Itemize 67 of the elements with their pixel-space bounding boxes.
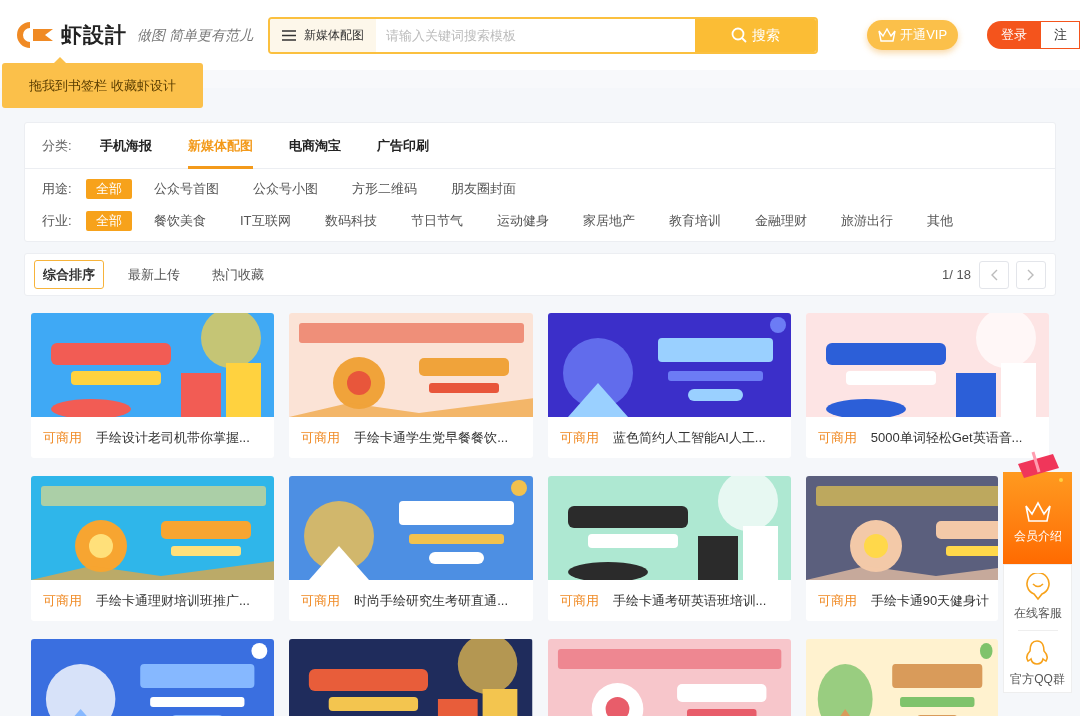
sort-tab[interactable]: 最新上传 xyxy=(120,260,188,289)
template-card[interactable]: 可商用 手绘设计老司机带你掌握... xyxy=(31,313,275,458)
filter-option[interactable]: IT互联网 xyxy=(240,211,291,231)
template-card[interactable]: 可商用 手绘卡通学生党早餐餐饮... xyxy=(289,313,533,458)
filter-option[interactable]: 旅游出行 xyxy=(840,211,893,231)
card-title: 手绘卡通考研英语班培训... xyxy=(612,591,767,610)
license-label: 可商用 xyxy=(43,428,82,447)
filter-option[interactable]: 节日节气 xyxy=(410,211,463,231)
logo-icon xyxy=(15,20,55,50)
filter-option[interactable]: 方形二维码 xyxy=(352,179,417,199)
chevron-right-icon xyxy=(1027,268,1035,281)
license-label: 可商用 xyxy=(817,428,857,447)
qq-group-button[interactable]: 官方QQ群 xyxy=(1010,631,1065,688)
menu-icon xyxy=(282,29,297,41)
filter-option[interactable]: 朋友圈封面 xyxy=(451,179,516,199)
crown-icon xyxy=(878,28,897,42)
filter-option[interactable]: 数码科技 xyxy=(324,211,377,231)
template-card[interactable]: 可商用 手绘卡通90天健身计 xyxy=(805,476,998,621)
card-title: 5000单词轻松Get英语音... xyxy=(870,428,1023,447)
card-title: 手绘卡通理财培训班推广... xyxy=(96,591,250,610)
sort-tab[interactable]: 热门收藏 xyxy=(204,260,272,289)
filter-option[interactable]: 金融理财 xyxy=(754,211,807,231)
template-card[interactable]: 可商用 手绘卡通考研英语班培训... xyxy=(547,476,791,621)
category-dropdown[interactable]: 新媒体配图 xyxy=(270,18,377,52)
filter-option[interactable]: 公众号小图 xyxy=(253,179,318,199)
slogan: 做图 简单更有范儿 xyxy=(137,26,253,45)
card-title: 蓝色简约人工智能AI人工... xyxy=(612,428,766,447)
license-label: 可商用 xyxy=(43,591,82,610)
logo-text: 虾設計 xyxy=(61,22,127,49)
license-label: 可商用 xyxy=(301,591,341,610)
template-card[interactable]: 可商用 5000单词轻松Get英语音... xyxy=(805,313,1049,458)
filter-label: 用途: xyxy=(42,180,73,199)
sort-tab[interactable]: 综合排序 xyxy=(34,260,104,289)
card-title: 时尚手绘研究生考研直通... xyxy=(354,591,509,610)
template-card[interactable]: 可商用 时尚手绘研究生考研直通... xyxy=(289,476,533,621)
filter-option[interactable]: 教育培训 xyxy=(668,211,721,231)
online-service-button[interactable]: 在线客服 xyxy=(1013,565,1062,630)
filter-option[interactable]: 运动健身 xyxy=(496,211,549,231)
license-label: 可商用 xyxy=(301,428,341,447)
filter-option[interactable]: 公众号首图 xyxy=(154,179,219,199)
search-icon xyxy=(731,27,748,43)
license-label: 可商用 xyxy=(559,428,599,447)
card-title: 手绘卡通学生党早餐餐饮... xyxy=(354,428,509,447)
license-label: 可商用 xyxy=(817,591,857,610)
previous-page-button[interactable] xyxy=(979,260,1009,289)
penguin-icon xyxy=(1024,639,1051,667)
tip-arrow-icon xyxy=(54,57,66,63)
register-button[interactable]: 注 xyxy=(1040,21,1080,49)
template-card[interactable]: 可商用 手绘卡通理财培训班推广... xyxy=(31,476,275,621)
chat-bubble-icon xyxy=(1024,573,1051,601)
category-tab[interactable]: 广告印刷 xyxy=(376,122,429,169)
category-tab[interactable]: 电商淘宝 xyxy=(288,122,341,169)
crown-icon xyxy=(1023,501,1052,523)
license-label: 可商用 xyxy=(559,591,599,610)
search-box[interactable]: 新媒体配图 请输入关键词搜索模板 搜索 xyxy=(268,16,819,54)
template-card[interactable]: 可商用 蓝色简约人工智能AI人工... xyxy=(547,313,791,458)
chevron-left-icon xyxy=(990,268,998,281)
next-page-button[interactable] xyxy=(1016,260,1046,289)
category-tab[interactable]: 手机海报 xyxy=(99,122,152,169)
filter-option[interactable]: 家居地产 xyxy=(582,211,635,231)
filter-label: 行业: xyxy=(42,212,73,231)
filter-label: 分类: xyxy=(42,136,72,155)
filter-option[interactable]: 餐饮美食 xyxy=(154,211,206,231)
card-title: 手绘设计老司机带你掌握... xyxy=(96,428,250,447)
card-title: 手绘卡通90天健身计 xyxy=(870,591,990,610)
page-indicator: 1/ 18 xyxy=(942,265,971,284)
filter-option[interactable]: 其他 xyxy=(926,211,953,231)
